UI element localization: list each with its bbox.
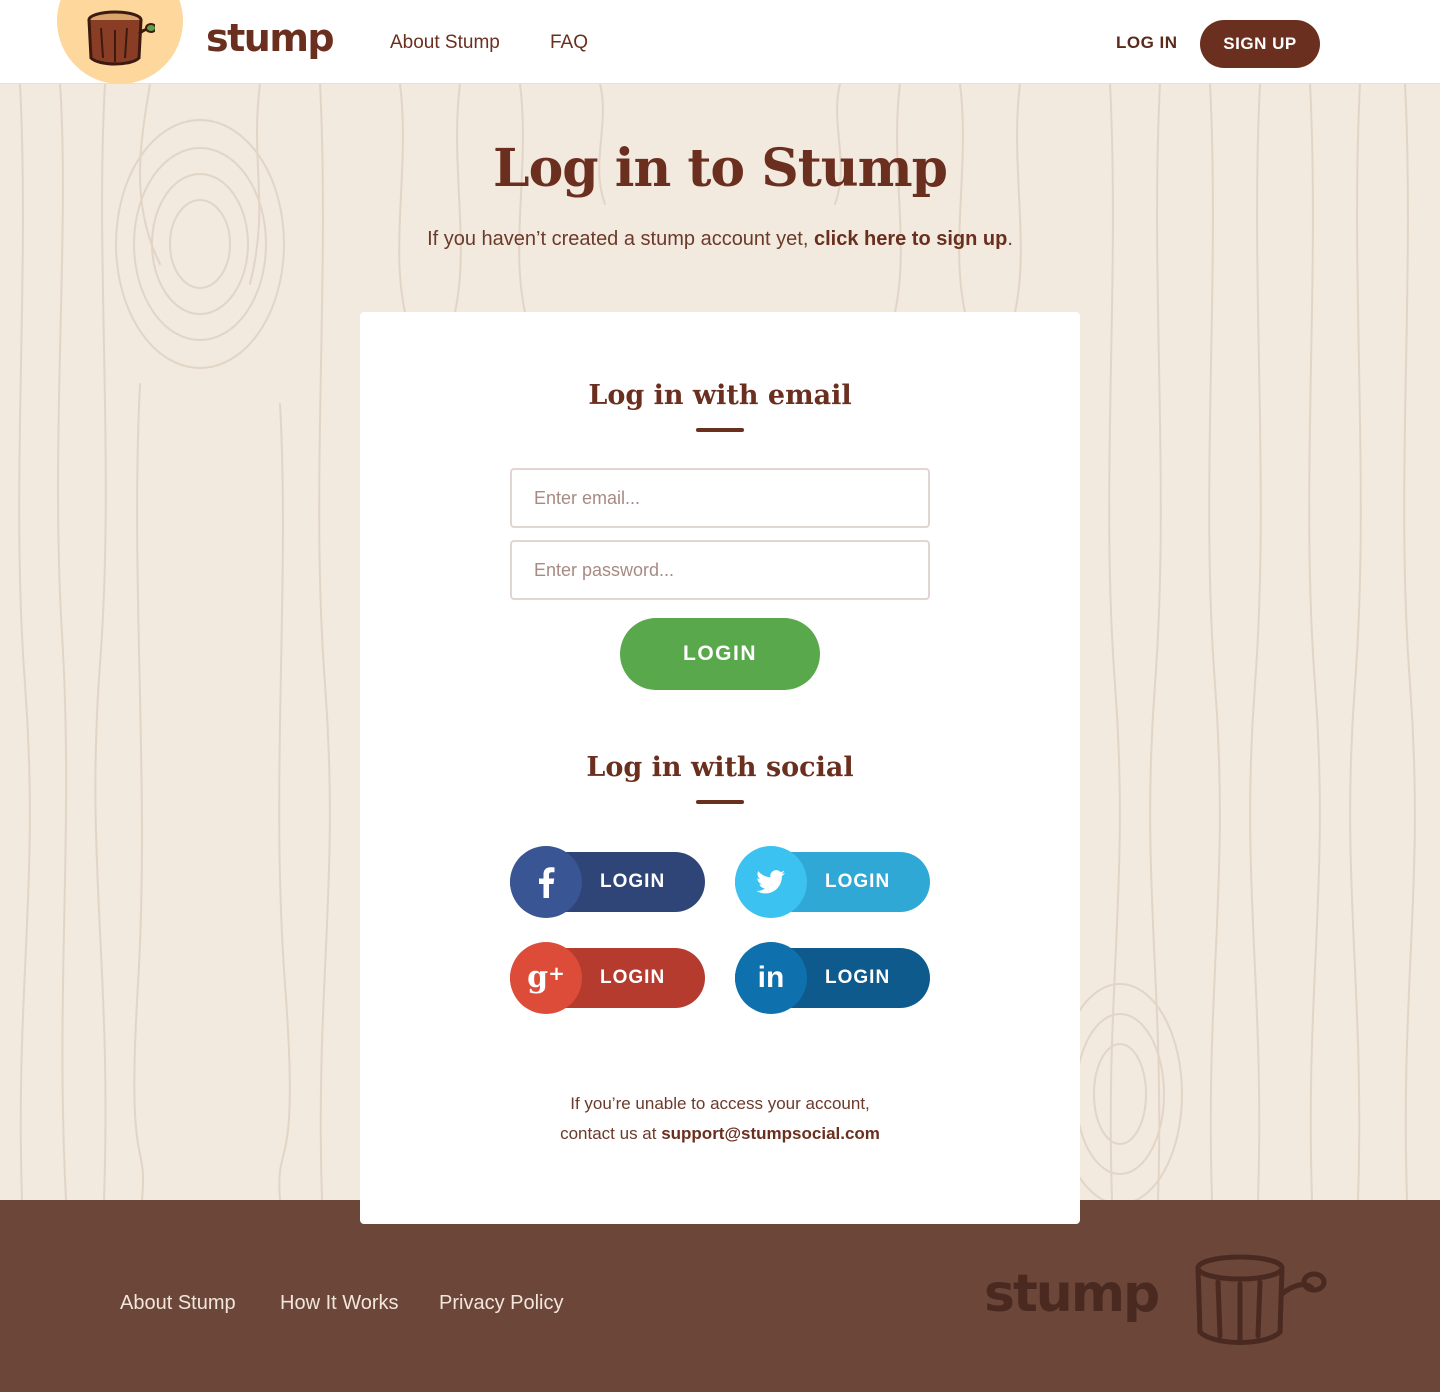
- stump-logo-icon[interactable]: [57, 0, 183, 84]
- subtitle-period: .: [1007, 228, 1013, 250]
- twitter-login-button[interactable]: LOGIN: [735, 846, 930, 918]
- header-signup-button[interactable]: SIGN UP: [1200, 20, 1320, 68]
- linkedin-login-button[interactable]: in LOGIN: [735, 942, 930, 1014]
- subtitle-text: If you haven’t created a stump account y…: [427, 228, 814, 250]
- google-plus-icon: g+: [510, 942, 582, 1014]
- help-text-line2: contact us at support@stumpsocial.com: [360, 1124, 1080, 1144]
- site-footer: About Stump How It Works Privacy Policy …: [0, 1200, 1440, 1392]
- email-section-divider: [696, 428, 744, 432]
- page-title: Log in to Stump: [493, 138, 948, 199]
- footer-link-about[interactable]: About Stump: [120, 1292, 236, 1315]
- linkedin-login-label: LOGIN: [825, 967, 891, 988]
- support-email-link[interactable]: support@stumpsocial.com: [661, 1124, 880, 1143]
- footer-link-how-it-works[interactable]: How It Works: [280, 1292, 399, 1315]
- footer-link-privacy[interactable]: Privacy Policy: [439, 1292, 563, 1315]
- google-plus-login-label: LOGIN: [600, 967, 666, 988]
- footer-stump-icon: [1195, 1254, 1327, 1345]
- social-section-title: Log in with social: [586, 752, 854, 783]
- signup-link[interactable]: click here to sign up: [814, 228, 1007, 250]
- password-input[interactable]: [510, 540, 930, 600]
- top-navbar: stump About Stump FAQ LOG IN SIGN UP: [0, 0, 1440, 84]
- login-card: Log in with email LOGIN Log in with soci…: [360, 312, 1080, 1224]
- footer-brand-wordmark: stump: [984, 1264, 1160, 1324]
- linkedin-icon: in: [735, 942, 807, 1014]
- twitter-login-label: LOGIN: [825, 871, 891, 892]
- email-login-button[interactable]: LOGIN: [620, 618, 820, 690]
- google-plus-login-button[interactable]: g+ LOGIN: [510, 942, 705, 1014]
- twitter-icon: [735, 846, 807, 918]
- social-section-divider: [696, 800, 744, 804]
- brand-wordmark[interactable]: stump: [206, 16, 335, 60]
- help-text-line1: If you’re unable to access your account,: [570, 1094, 870, 1113]
- email-section-title: Log in with email: [588, 380, 852, 411]
- facebook-icon: [510, 846, 582, 918]
- facebook-login-button[interactable]: LOGIN: [510, 846, 705, 918]
- header-login-link[interactable]: LOG IN: [1116, 33, 1178, 53]
- facebook-login-label: LOGIN: [600, 871, 666, 892]
- page-subtitle: If you haven’t created a stump account y…: [0, 228, 1440, 251]
- email-input[interactable]: [510, 468, 930, 528]
- nav-faq[interactable]: FAQ: [550, 32, 588, 54]
- help-contact-text: contact us at: [560, 1124, 662, 1143]
- nav-about-stump[interactable]: About Stump: [390, 32, 500, 54]
